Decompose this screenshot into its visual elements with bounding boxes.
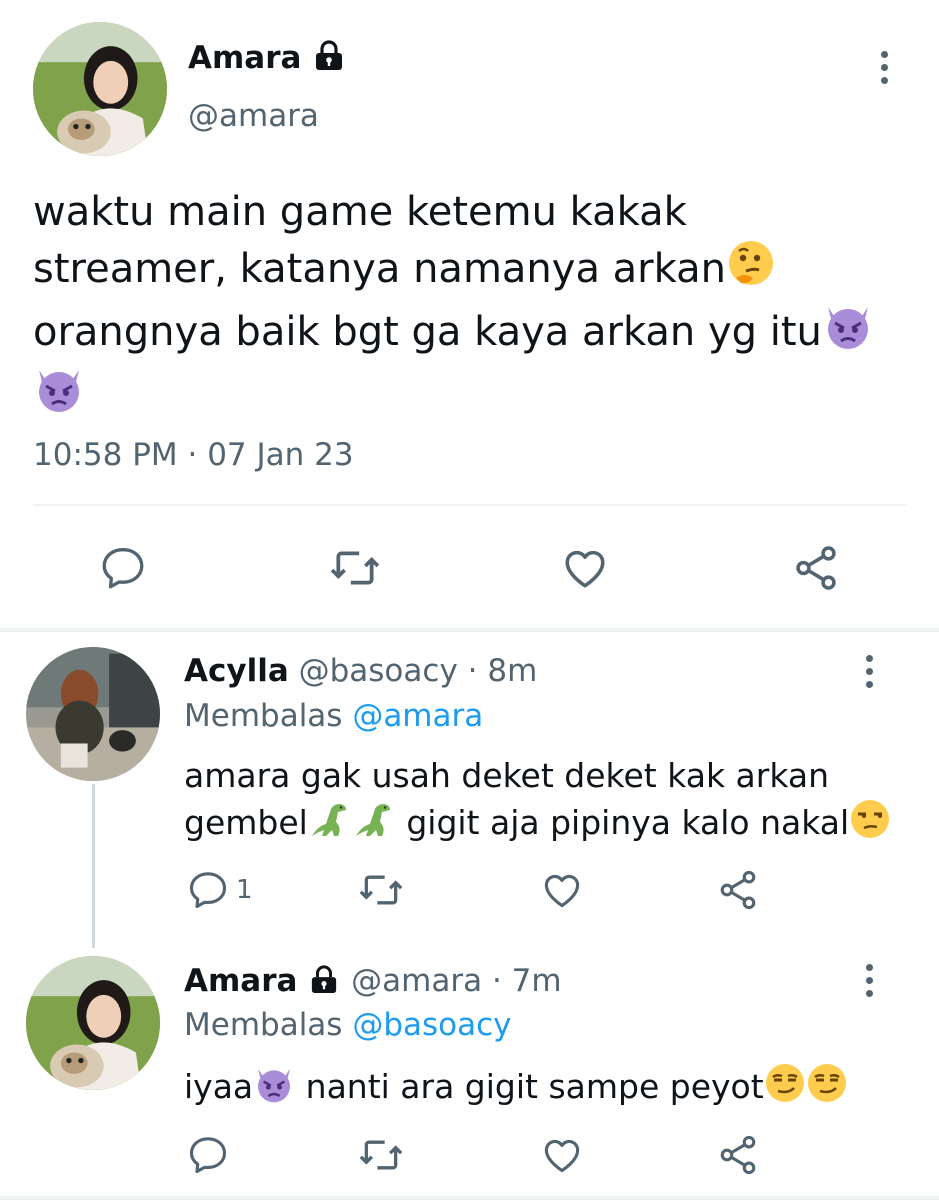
- reply-icon: [102, 548, 144, 589]
- retweet-button[interactable]: [327, 543, 383, 593]
- replying-to-handle[interactable]: @amara: [352, 698, 483, 734]
- share-button[interactable]: [791, 543, 841, 593]
- replying-to-label: Membalas: [184, 1007, 343, 1043]
- reply-button[interactable]: [186, 1133, 230, 1177]
- retweet-icon: [359, 1140, 403, 1170]
- smirking-face-icon: [764, 1062, 806, 1115]
- tweet-text-line: streamer, katanya namanya arkan: [33, 246, 726, 292]
- retweet-icon: [359, 875, 403, 905]
- replying-to-handle[interactable]: @basoacy: [352, 1007, 511, 1043]
- avatar-amara[interactable]: [33, 22, 167, 156]
- share-button[interactable]: [716, 868, 760, 912]
- share-icon: [720, 1135, 756, 1175]
- author-name[interactable]: Amara: [188, 40, 301, 76]
- reply-text-line: amara gak usah deket deket kak arkan: [184, 756, 830, 795]
- like-button[interactable]: [540, 868, 584, 912]
- tweet-timestamp[interactable]: 10:58 PM · 07 Jan 23: [33, 434, 354, 476]
- reply-icon: [189, 872, 227, 909]
- angry-devil-icon: [33, 364, 85, 427]
- lock-icon: [311, 39, 347, 80]
- section-divider: [0, 628, 939, 632]
- like-button[interactable]: [540, 1133, 584, 1177]
- angry-devil-icon: [822, 301, 874, 364]
- unamused-face-icon: [849, 798, 891, 851]
- reply-count: 1: [236, 875, 253, 905]
- share-icon: [796, 546, 836, 590]
- thinking-face-icon: [726, 238, 776, 301]
- reply-time[interactable]: · 8m: [468, 653, 538, 689]
- reply-author-handle[interactable]: @amara: [351, 963, 482, 999]
- author-handle[interactable]: @amara: [188, 96, 319, 136]
- share-icon: [720, 870, 756, 910]
- retweet-button[interactable]: [357, 868, 405, 912]
- lock-icon: [307, 964, 341, 1002]
- heart-icon: [544, 874, 580, 908]
- share-button[interactable]: [716, 1133, 760, 1177]
- heart-icon: [544, 1139, 580, 1173]
- dinosaur-icon: [308, 800, 352, 851]
- dinosaur-icon: [352, 800, 396, 851]
- tweet-text-line: orangnya baik bgt ga kaya arkan yg itu: [33, 309, 822, 355]
- more-vertical-icon[interactable]: [872, 51, 896, 84]
- reply-icon: [189, 1137, 227, 1174]
- reply-text: iyaa nanti ara gigit sampe peyot: [184, 1062, 848, 1115]
- replying-to-label: Membalas: [184, 698, 343, 734]
- avatar-acylla[interactable]: [26, 647, 160, 781]
- avatar-amara[interactable]: [26, 956, 160, 1090]
- retweet-button[interactable]: [357, 1133, 405, 1177]
- tweet-text-line: waktu main game ketemu kakak: [33, 189, 687, 235]
- reply-time[interactable]: · 7m: [492, 963, 562, 999]
- thread-line: [92, 784, 95, 948]
- section-divider: [0, 1196, 939, 1200]
- reply-text-segment: nanti ara gigit sampe peyot: [305, 1067, 764, 1106]
- more-vertical-icon[interactable]: [857, 964, 881, 997]
- reply-button[interactable]: 1: [186, 868, 253, 912]
- reply-text: amara gak usah deket deket kak arkan gem…: [184, 754, 891, 851]
- smirking-face-icon: [806, 1062, 848, 1115]
- reply-button[interactable]: [98, 543, 148, 593]
- reply-text-segment: gigit aja pipinya kalo nakal: [406, 803, 850, 842]
- more-vertical-icon[interactable]: [857, 655, 881, 688]
- reply-author-name[interactable]: Acylla: [184, 653, 289, 689]
- reply-author-handle[interactable]: @basoacy: [299, 653, 458, 689]
- heart-icon: [565, 550, 605, 588]
- divider: [33, 504, 907, 506]
- angry-devil-icon: [253, 1064, 295, 1115]
- reply-author-name[interactable]: Amara: [184, 963, 297, 999]
- reply-text-segment: gembel: [184, 803, 308, 842]
- retweet-icon: [330, 551, 380, 585]
- like-button[interactable]: [560, 543, 610, 593]
- reply-text-segment: iyaa: [184, 1067, 254, 1106]
- tweet-text: waktu main game ketemu kakak streamer, k…: [33, 186, 913, 427]
